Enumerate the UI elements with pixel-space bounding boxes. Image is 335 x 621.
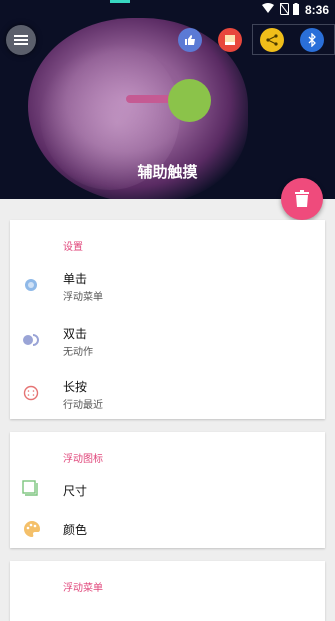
long-press-title: 长按 [63, 380, 88, 394]
long-press-item[interactable]: 长按 行动最近 [10, 370, 325, 420]
page-title: 辅助触摸 [137, 163, 198, 181]
double-tap-value: 无动作 [63, 347, 93, 358]
double-tap-title: 双击 [63, 327, 88, 341]
palette-icon [23, 520, 41, 542]
floating-menu-section-title: 浮动菜单 [63, 583, 103, 594]
no-sim-icon [279, 2, 290, 18]
battery-icon [293, 3, 299, 18]
trash-icon [295, 190, 309, 207]
single-tap-item[interactable]: 单击 浮动菜单 [10, 260, 325, 310]
settings-section-title: 设置 [63, 242, 83, 253]
bluetooth-icon[interactable] [300, 28, 324, 52]
size-item[interactable]: 尺寸 [10, 472, 325, 508]
floating-icon-card: 浮动图标 尺寸 颜色 [10, 432, 325, 548]
wifi-icon [262, 3, 274, 17]
single-tap-title: 单击 [63, 272, 88, 286]
delete-button[interactable] [281, 178, 323, 220]
thumbs-up-icon[interactable] [178, 28, 202, 52]
clock: 8:36 [304, 3, 329, 17]
color-item[interactable]: 颜色 [10, 512, 325, 548]
header-preview: 8:36 辅助触摸 [0, 0, 335, 199]
size-icon [22, 480, 40, 502]
single-tap-icon [24, 277, 38, 296]
color-title: 颜色 [63, 523, 88, 537]
floating-ball-preview[interactable] [168, 79, 211, 122]
single-tap-value: 浮动菜单 [63, 292, 103, 303]
long-press-icon [23, 385, 39, 405]
double-tap-icon [22, 332, 40, 351]
ball-handle [126, 95, 172, 103]
double-tap-item[interactable]: 双击 无动作 [10, 315, 325, 365]
long-press-value: 行动最近 [63, 400, 103, 411]
share-icon[interactable] [260, 28, 284, 52]
floating-menu-card: 浮动菜单 [10, 561, 325, 621]
status-bar: 8:36 [0, 0, 335, 20]
screen-icon[interactable] [218, 28, 242, 52]
floating-icon-section-title: 浮动图标 [63, 454, 103, 465]
menu-button[interactable] [6, 25, 36, 55]
size-title: 尺寸 [63, 484, 88, 498]
settings-card: 设置 单击 浮动菜单 双击 无动作 长按 行动最近 [10, 220, 325, 419]
